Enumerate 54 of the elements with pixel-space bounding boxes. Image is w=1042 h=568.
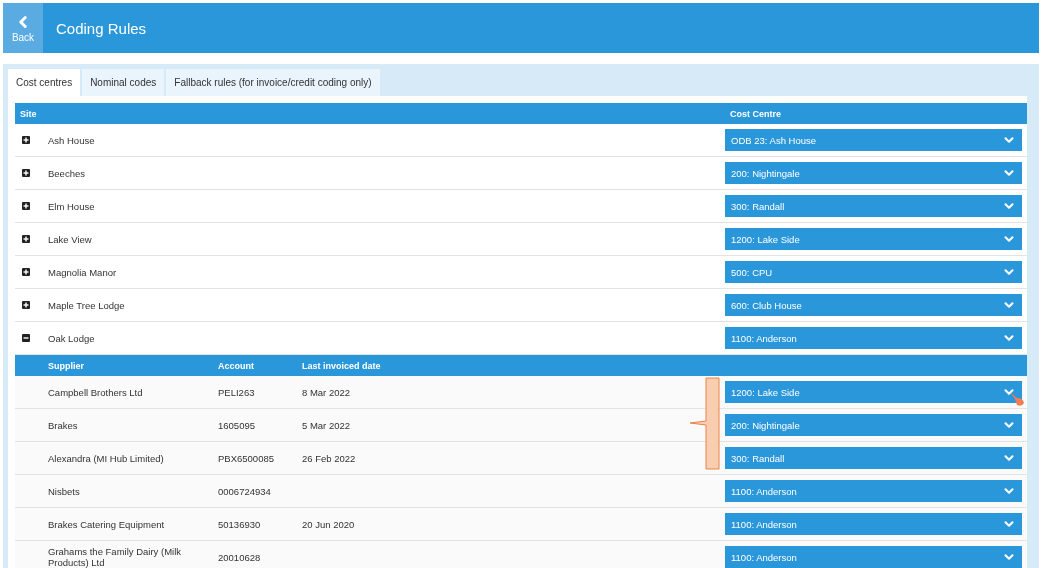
- account-number: 50136930: [218, 518, 262, 530]
- cost-centre-dropdown[interactable]: 1200: Lake Side: [725, 228, 1022, 250]
- column-header: Last invoiced date: [302, 360, 382, 371]
- collapse-icon[interactable]: [22, 334, 30, 342]
- tab[interactable]: Fallback rules (for invoice/credit coding only): [166, 69, 380, 96]
- cost-centre-dropdown[interactable]: 1100: Anderson: [725, 546, 1022, 568]
- cost-centre-dropdown[interactable]: 1100: Anderson: [725, 480, 1022, 502]
- expand-icon[interactable]: [22, 301, 30, 309]
- account-number: 1605095: [218, 419, 256, 431]
- cost-centre-dropdown[interactable]: 600: Club House: [725, 294, 1022, 316]
- cost-centre-dropdown[interactable]: 1100: Anderson: [725, 327, 1022, 349]
- supplier-name: Alexandra (MI Hub Limited): [48, 452, 165, 464]
- tab[interactable]: Nominal codes: [82, 69, 165, 96]
- column-header: Account: [218, 360, 255, 371]
- supplier-name: Grahams the Family Dairy (Milk Products) Ltd: [48, 546, 183, 568]
- expand-icon[interactable]: [22, 268, 30, 276]
- cost-centre-dropdown[interactable]: 1200: Lake Side: [725, 381, 1022, 403]
- account-number: PBX6500085: [218, 452, 275, 464]
- site-name: Beeches: [48, 167, 86, 179]
- expand-icon[interactable]: [22, 136, 30, 144]
- site-name: Oak Lodge: [48, 332, 96, 344]
- supplier-name: Campbell Brothers Ltd: [48, 386, 144, 398]
- supplier-name: Nisbets: [48, 485, 81, 497]
- cost-centre-dropdown[interactable]: 300: Randall: [725, 195, 1022, 217]
- cost-centre-dropdown[interactable]: ODB 23: Ash House: [725, 129, 1022, 151]
- site-name: Ash House: [48, 134, 96, 146]
- cursor-icon: [1010, 392, 1024, 406]
- account-number: PELI263: [218, 386, 256, 398]
- account-number: 20010628: [218, 551, 262, 563]
- cost-centre-dropdown[interactable]: 300: Randall: [725, 447, 1022, 469]
- page-title: Coding Rules: [56, 19, 147, 37]
- expand-icon[interactable]: [22, 202, 30, 210]
- expand-icon[interactable]: [22, 235, 30, 243]
- back-button[interactable]: Back: [3, 3, 43, 53]
- invoice-date: 8 Mar 2022: [302, 386, 352, 398]
- account-number: 0006724934: [218, 485, 272, 497]
- column-header: Supplier: [48, 360, 85, 371]
- site-name: Maple Tree Lodge: [48, 299, 126, 311]
- column-header: Cost Centre: [729, 108, 782, 119]
- cost-centre-dropdown[interactable]: 500: CPU: [725, 261, 1022, 283]
- invoice-date: 26 Feb 2022: [302, 452, 357, 464]
- cost-centre-dropdown[interactable]: 200: Nightingale: [725, 414, 1022, 436]
- supplier-name: Brakes: [48, 419, 79, 431]
- site-name: Magnolia Manor: [48, 266, 118, 278]
- cost-centre-dropdown[interactable]: 1100: Anderson: [725, 513, 1022, 535]
- supplier-name: Brakes Catering Equipment: [48, 518, 166, 530]
- tab[interactable]: Cost centres: [8, 69, 81, 96]
- cost-centre-dropdown[interactable]: 200: Nightingale: [725, 162, 1022, 184]
- column-header: Site: [19, 108, 38, 119]
- invoice-date: 5 Mar 2022: [302, 419, 352, 431]
- invoice-date: 20 Jun 2020: [302, 518, 356, 530]
- expand-icon[interactable]: [22, 169, 30, 177]
- site-name: Lake View: [48, 233, 93, 245]
- site-name: Elm House: [48, 200, 96, 212]
